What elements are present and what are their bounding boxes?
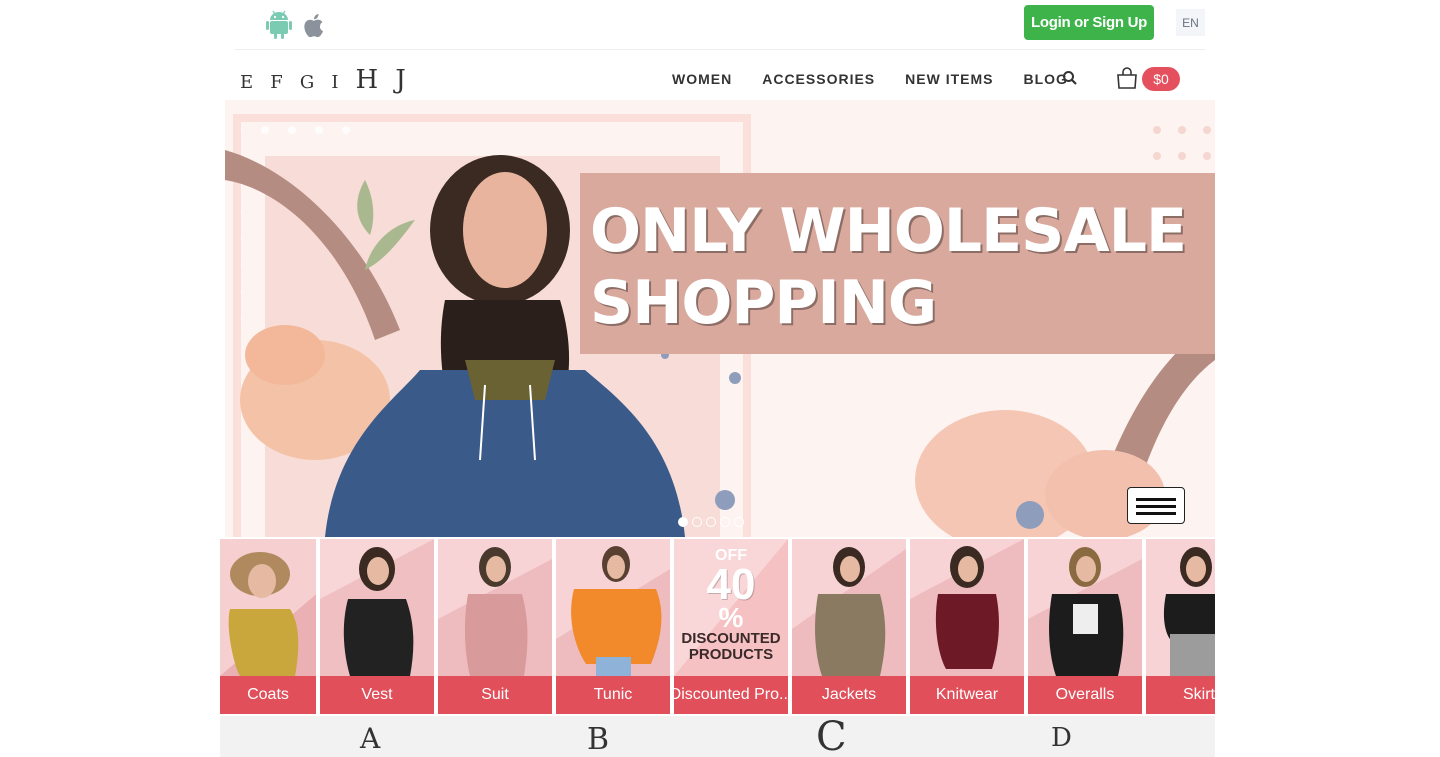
bottom-strip: A B C D xyxy=(220,714,1215,757)
logo-letter: H xyxy=(355,65,379,95)
logo-letter: F xyxy=(270,72,283,93)
nav-menu: WOMEN ACCESSORIES NEW ITEMS BLOG xyxy=(672,71,1098,87)
category-card-jackets[interactable]: Jackets xyxy=(792,539,906,714)
android-icon[interactable] xyxy=(265,10,293,40)
category-card-discounted[interactable]: OFF 40 % DISCOUNTED PRODUCTS Discounted … xyxy=(674,539,788,714)
logo-letter: E xyxy=(240,72,254,93)
slider-dot[interactable] xyxy=(720,517,730,527)
shopping-bag-icon[interactable] xyxy=(1116,66,1138,90)
category-label: Discounted Pro... xyxy=(674,676,788,714)
category-card-vest[interactable]: Vest xyxy=(320,539,434,714)
nav-item-accessories[interactable]: ACCESSORIES xyxy=(762,71,875,87)
logo-letter: I xyxy=(331,72,339,93)
category-card-tunic[interactable]: Tunic xyxy=(556,539,670,714)
category-card-skirt[interactable]: Skirt xyxy=(1146,539,1215,714)
promo-percent: 40 xyxy=(706,560,756,609)
promo-symbol: % xyxy=(718,602,744,633)
promo-line1: DISCOUNTED xyxy=(681,630,781,647)
category-image xyxy=(320,539,434,676)
bottom-letter: B xyxy=(587,722,610,757)
category-label: Vest xyxy=(320,676,434,714)
nav-item-women[interactable]: WOMEN xyxy=(672,71,732,87)
bottom-letter: A xyxy=(360,722,381,755)
hero-slider[interactable]: ONLY WHOLESALE SHOPPING xyxy=(225,100,1215,537)
page: Login or Sign Up EN E F G I H J WOMEN AC… xyxy=(0,0,1440,757)
bottom-letter: C xyxy=(816,714,847,757)
top-bar: Login or Sign Up EN xyxy=(235,0,1205,50)
category-image xyxy=(438,539,552,676)
apple-icon[interactable] xyxy=(301,10,329,40)
category-card-coats[interactable]: Coats xyxy=(220,539,316,714)
slider-dot[interactable] xyxy=(678,517,688,527)
category-label: Skirt xyxy=(1146,676,1215,714)
app-store-links xyxy=(265,10,329,40)
search-icon[interactable] xyxy=(1062,70,1078,86)
category-carousel: Coats Vest Suit Tunic OFF 40 % DISCOUNTE… xyxy=(220,539,1215,714)
hero-title: ONLY WHOLESALE SHOPPING xyxy=(590,195,1187,339)
category-label: Overalls xyxy=(1028,676,1142,714)
main-navbar: E F G I H J WOMEN ACCESSORIES NEW ITEMS … xyxy=(235,55,1205,100)
language-selector[interactable]: EN xyxy=(1176,9,1205,36)
hero-title-line2: SHOPPING xyxy=(590,268,937,338)
bottom-letter: D xyxy=(1051,723,1072,753)
category-image xyxy=(1028,539,1142,676)
category-image xyxy=(220,539,316,676)
promo-badge: OFF 40 % DISCOUNTED PRODUCTS xyxy=(674,547,788,663)
slider-dot[interactable] xyxy=(706,517,716,527)
category-card-knitwear[interactable]: Knitwear xyxy=(910,539,1024,714)
category-card-suit[interactable]: Suit xyxy=(438,539,552,714)
category-label: Suit xyxy=(438,676,552,714)
site-logo[interactable]: E F G I H J xyxy=(240,65,418,95)
nav-item-new-items[interactable]: NEW ITEMS xyxy=(905,71,993,87)
login-signup-button[interactable]: Login or Sign Up xyxy=(1024,5,1154,40)
category-label: Jackets xyxy=(792,676,906,714)
category-label: Knitwear xyxy=(910,676,1024,714)
category-image xyxy=(556,539,670,676)
cart-total-badge[interactable]: $0 xyxy=(1142,67,1180,91)
category-card-overalls[interactable]: Overalls xyxy=(1028,539,1142,714)
slider-dots xyxy=(678,517,744,527)
category-image xyxy=(792,539,906,676)
category-label: Coats xyxy=(220,676,316,714)
logo-letter: J xyxy=(395,65,406,95)
category-image xyxy=(910,539,1024,676)
hamburger-icon[interactable] xyxy=(1127,487,1185,524)
promo-line2: PRODUCTS xyxy=(688,646,774,663)
category-image xyxy=(1146,539,1215,676)
category-label: Tunic xyxy=(556,676,670,714)
slider-dot[interactable] xyxy=(692,517,702,527)
hero-title-line1: ONLY WHOLESALE xyxy=(590,196,1187,266)
logo-letter: G xyxy=(299,72,315,93)
slider-dot[interactable] xyxy=(734,517,744,527)
